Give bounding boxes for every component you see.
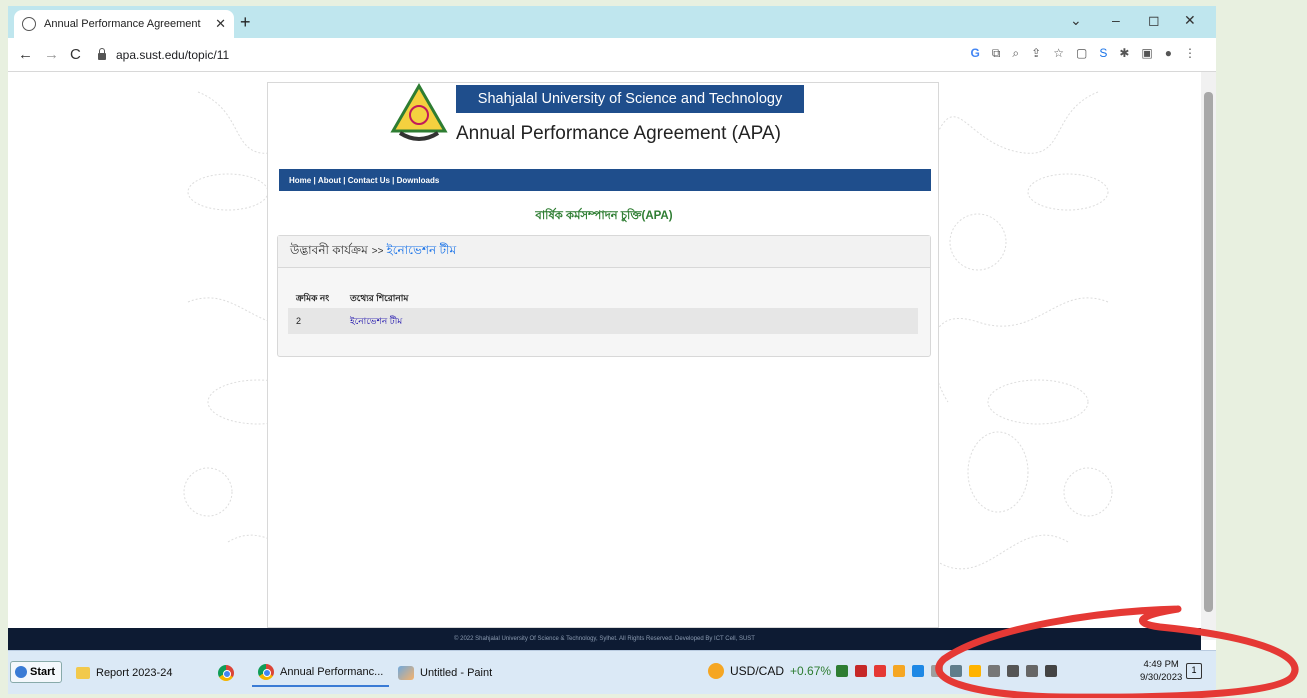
row-title-link[interactable]: ইনোভেশন টীম xyxy=(350,314,918,329)
breadcrumb-current[interactable]: ইনোভেশন টীম xyxy=(386,242,456,262)
nav-downloads[interactable]: Downloads xyxy=(397,176,440,185)
university-logo xyxy=(390,83,448,141)
tray-app-icon[interactable] xyxy=(912,665,924,677)
annotation-circle xyxy=(935,605,1299,698)
breadcrumb-parent: উদ্ভাবনী কার্যক্রম xyxy=(290,242,368,257)
zoom-icon[interactable]: ⌕ xyxy=(1012,46,1019,61)
taskbar-item-label: Annual Performanc... xyxy=(280,666,384,678)
profile-avatar[interactable]: ● xyxy=(1165,46,1172,61)
bookmark-star-icon[interactable]: ☆ xyxy=(1053,46,1064,61)
forward-arrow-icon[interactable]: → xyxy=(44,46,59,63)
maximize-button[interactable]: ◻ xyxy=(1148,12,1160,29)
main-nav: Home | About | Contact Us | Downloads xyxy=(279,169,931,191)
taskbar-item-paint[interactable]: Untitled - Paint xyxy=(392,659,498,687)
taskbar-item-label: Untitled - Paint xyxy=(420,667,493,679)
start-orb-icon xyxy=(15,666,27,678)
chrome-icon xyxy=(218,665,234,681)
scrollbar-thumb[interactable] xyxy=(1204,92,1213,612)
new-tab-button[interactable]: + xyxy=(240,12,251,33)
tray-app-icon[interactable] xyxy=(893,665,905,677)
ticker-symbol: USD/CAD xyxy=(730,664,785,678)
tab-close-icon[interactable]: ✕ xyxy=(215,16,226,32)
reload-icon[interactable]: C xyxy=(70,46,81,63)
nav-about[interactable]: About xyxy=(318,176,341,185)
taskbar-item-annual[interactable]: Annual Performanc... xyxy=(252,659,390,687)
tray-app-icon[interactable] xyxy=(836,665,848,677)
browser-tab[interactable]: Annual Performance Agreement ✕ xyxy=(14,10,234,38)
google-icon[interactable]: G xyxy=(971,46,980,61)
currency-ticker[interactable]: USD/CAD +0.67% xyxy=(708,663,831,679)
tab-strip: Annual Performance Agreement ✕ + ⌄ – ◻ ✕ xyxy=(8,6,1216,38)
address-bar[interactable]: apa.sust.edu/topic/11 xyxy=(98,43,1068,67)
paint-icon xyxy=(398,666,414,680)
start-button[interactable]: Start xyxy=(10,661,62,683)
taskbar-item-label: Report 2023-24 xyxy=(96,667,173,679)
page-container: Shahjalal University of Science and Tech… xyxy=(267,82,939,628)
ticker-change: +0.67% xyxy=(790,664,832,678)
header-serial: ক্রমিক নং xyxy=(296,292,330,303)
chrome-icon xyxy=(258,664,274,680)
back-arrow-icon[interactable]: ← xyxy=(18,46,33,63)
minimize-button[interactable]: – xyxy=(1112,12,1120,28)
tray-app-icon[interactable] xyxy=(855,665,867,677)
page-viewport: Shahjalal University of Science and Tech… xyxy=(8,72,1201,628)
extension-s-icon[interactable]: S xyxy=(1099,46,1107,61)
browser-window: Annual Performance Agreement ✕ + ⌄ – ◻ ✕… xyxy=(8,6,1216,694)
university-banner: Shahjalal University of Science and Tech… xyxy=(456,85,804,113)
ticker-arrow-icon xyxy=(708,663,724,679)
decorative-art-right xyxy=(932,91,1113,570)
url-text: apa.sust.edu/topic/11 xyxy=(116,48,230,62)
nav-home[interactable]: Home xyxy=(289,176,311,185)
row-serial: 2 xyxy=(296,316,302,326)
topic-table: ক্রমিক নং তথ্যের শিরোনাম 2 ইনোভেশন টীম xyxy=(288,290,918,334)
extension-icon[interactable]: ▢ xyxy=(1076,46,1087,61)
site-title: Annual Performance Agreement (APA) xyxy=(456,123,781,144)
page-heading: বার্ষিক কর্মসম্পাদন চুক্তি(APA) xyxy=(535,210,673,222)
puzzle-icon[interactable]: ✱ xyxy=(1119,46,1129,61)
nav-contact-us[interactable]: Contact Us xyxy=(348,176,390,185)
folder-icon xyxy=(76,667,90,679)
menu-kebab-icon[interactable]: ⋮ xyxy=(1184,46,1196,61)
content-panel: উদ্ভাবনী কার্যক্রম >> ইনোভেশন টীম ক্রমিক… xyxy=(277,235,931,357)
browser-toolbar: ← → C apa.sust.edu/topic/11 G ⧉ ⌕ ⇪ ☆ ▢ … xyxy=(8,38,1216,72)
table-row: 2 ইনোভেশন টীম xyxy=(288,308,918,334)
tray-app-icon[interactable] xyxy=(874,665,886,677)
toolbar-icons: G ⧉ ⌕ ⇪ ☆ ▢ S ✱ ▣ ● ⋮ xyxy=(971,46,1197,61)
close-window-button[interactable]: ✕ xyxy=(1184,12,1196,29)
taskbar-item-report[interactable]: Report 2023-24 xyxy=(70,659,178,687)
sidepanel-icon[interactable]: ▣ xyxy=(1141,46,1152,61)
taskbar-chrome[interactable] xyxy=(212,659,240,687)
translate-icon[interactable]: ⧉ xyxy=(992,46,1001,61)
start-label: Start xyxy=(30,666,56,678)
share-icon[interactable]: ⇪ xyxy=(1031,46,1041,61)
tab-title: Annual Performance Agreement xyxy=(44,18,201,30)
page-scrollbar[interactable] xyxy=(1201,72,1216,640)
breadcrumb: উদ্ভাবনী কার্যক্রম >> ইনোভেশন টীম xyxy=(278,236,930,268)
breadcrumb-separator: >> xyxy=(371,246,384,257)
lock-icon xyxy=(98,47,106,60)
globe-icon xyxy=(22,17,36,31)
tab-search-icon[interactable]: ⌄ xyxy=(1070,12,1082,29)
header-title: তথ্যের শিরোনাম xyxy=(350,292,409,303)
table-header: ক্রমিক নং তথ্যের শিরোনাম xyxy=(288,290,918,306)
